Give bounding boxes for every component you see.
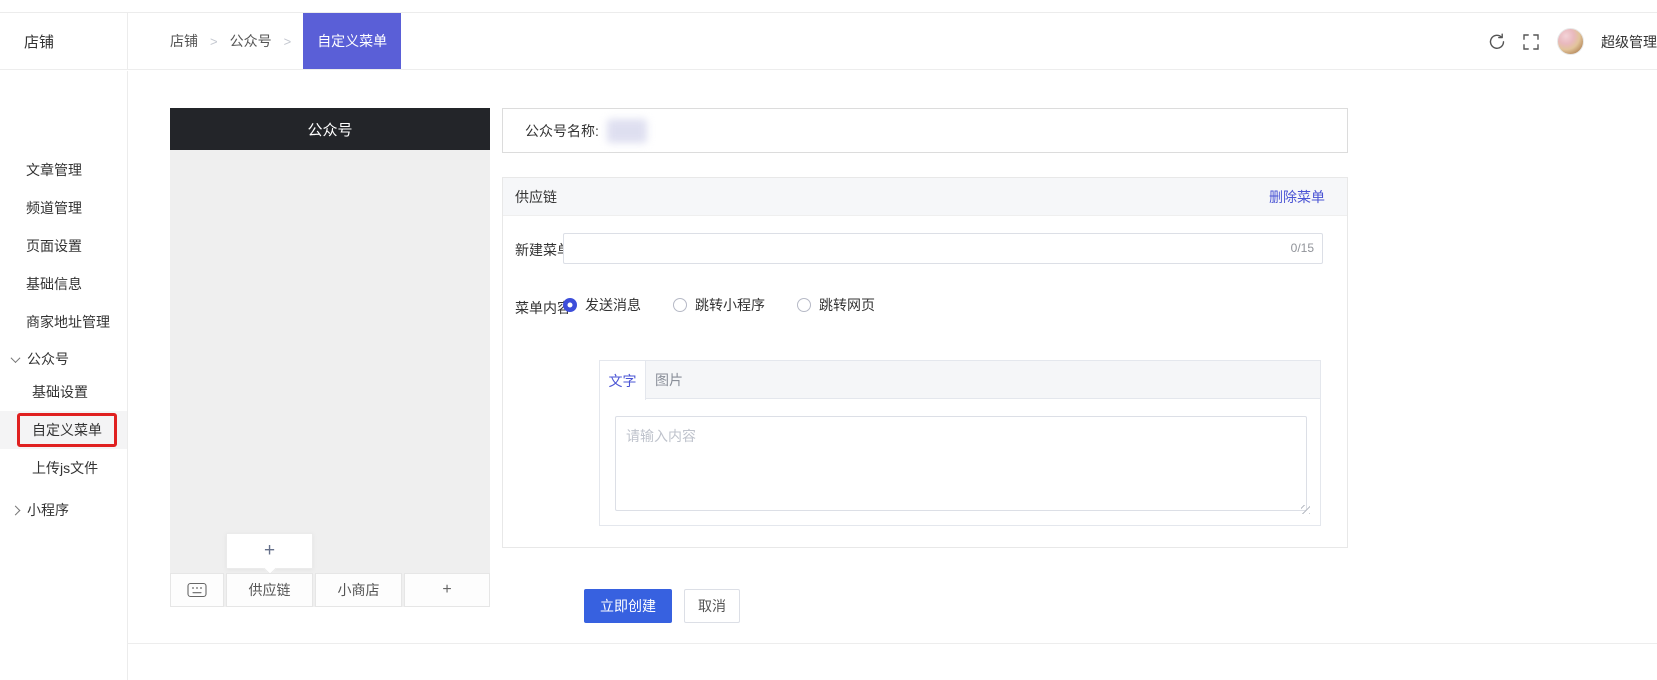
new-menu-input-wrap: 0/15 (563, 233, 1323, 264)
phone-keyboard-toggle[interactable] (170, 573, 224, 607)
radio-unselected-icon (797, 298, 811, 312)
breadcrumb-item-shop[interactable]: 店铺 (170, 13, 198, 69)
phone-preview-header: 公众号 (170, 108, 490, 150)
phone-menu-add-button[interactable]: + (404, 573, 490, 607)
breadcrumb-separator: > (284, 13, 292, 69)
sidebar-nav: 文章管理 频道管理 页面设置 基础信息 商家地址管理 公众号 基础设置 自定义菜… (0, 71, 128, 680)
breadcrumb: 店铺 > 公众号 > 自定义菜单 (170, 13, 401, 69)
menu-content-options: 发送消息 跳转小程序 跳转网页 (563, 295, 875, 315)
app-logo-label: 店铺 (24, 31, 54, 52)
avatar[interactable] (1557, 28, 1584, 55)
char-counter: 0/15 (1291, 241, 1314, 255)
sidebar-item-basic-settings[interactable]: 基础设置 (0, 373, 127, 411)
breadcrumb-item-custom-menu-active[interactable]: 自定义菜单 (303, 13, 401, 69)
phone-menu-bar: 供应链 小商店 + (170, 573, 490, 607)
sidebar-item-page-settings[interactable]: 页面设置 (0, 227, 127, 265)
radio-send-message[interactable]: 发送消息 (563, 295, 641, 315)
refresh-icon[interactable] (1487, 33, 1505, 51)
sidebar-item-basic-info[interactable]: 基础信息 (0, 265, 127, 303)
radio-jump-mini-program[interactable]: 跳转小程序 (673, 295, 765, 315)
sidebar-item-article-mgmt[interactable]: 文章管理 (0, 151, 127, 189)
form-actions: 立即创建 取消 (584, 589, 740, 623)
message-content-textarea[interactable] (615, 416, 1307, 511)
delete-menu-link[interactable]: 删除菜单 (1269, 187, 1325, 207)
menu-section-title: 供应链 (515, 187, 557, 207)
editor-tab-bar: 文字 图片 (600, 361, 1320, 399)
menu-edit-card: 供应链 删除菜单 新建菜单 0/15 菜单内容 发送消息 跳转小程序 跳转网页 … (502, 177, 1348, 548)
sidebar-item-merchant-address[interactable]: 商家地址管理 (0, 303, 127, 341)
tab-text[interactable]: 文字 (600, 361, 646, 400)
radio-jump-webpage[interactable]: 跳转网页 (797, 295, 875, 315)
phone-preview-title: 公众号 (307, 119, 352, 140)
phone-menu-small-shop[interactable]: 小商店 (315, 573, 402, 607)
phone-preview: 公众号 + 供应链 小商店 + (170, 108, 490, 607)
header-actions: 超级管理 (1487, 13, 1657, 70)
sidebar-item-custom-menu[interactable]: 自定义菜单 (0, 411, 127, 449)
message-editor: 文字 图片 (599, 360, 1321, 526)
top-header: 店铺 店铺 > 公众号 > 自定义菜单 超级管理 (0, 13, 1657, 70)
breadcrumb-separator: > (210, 13, 218, 69)
sidebar-group-mini-program[interactable]: 小程序 (0, 491, 127, 529)
content-bottom-divider (128, 643, 1657, 644)
fullscreen-icon[interactable] (1522, 33, 1540, 51)
radio-selected-icon (563, 298, 577, 312)
sidebar-item-upload-js[interactable]: 上传js文件 (0, 449, 127, 487)
tab-image[interactable]: 图片 (646, 361, 692, 399)
account-name-redacted-value (607, 119, 647, 143)
breadcrumb-item-official-account[interactable]: 公众号 (230, 13, 272, 69)
user-name[interactable]: 超级管理 (1601, 32, 1657, 52)
add-submenu-popup-button[interactable]: + (226, 533, 313, 569)
phone-menu-supply-chain[interactable]: 供应链 (226, 573, 313, 607)
plus-icon: + (264, 540, 275, 562)
menu-edit-card-header: 供应链 删除菜单 (503, 178, 1347, 216)
chat-keyboard-icon (187, 582, 207, 598)
sidebar-item-channel-mgmt[interactable]: 频道管理 (0, 189, 127, 227)
create-now-button[interactable]: 立即创建 (584, 589, 672, 623)
app-logo[interactable]: 店铺 (0, 13, 128, 69)
radio-unselected-icon (673, 298, 687, 312)
cancel-button[interactable]: 取消 (684, 589, 740, 623)
account-name-label: 公众号名称: (525, 121, 599, 141)
new-menu-input[interactable] (563, 233, 1323, 264)
account-name-box: 公众号名称: (502, 108, 1348, 153)
